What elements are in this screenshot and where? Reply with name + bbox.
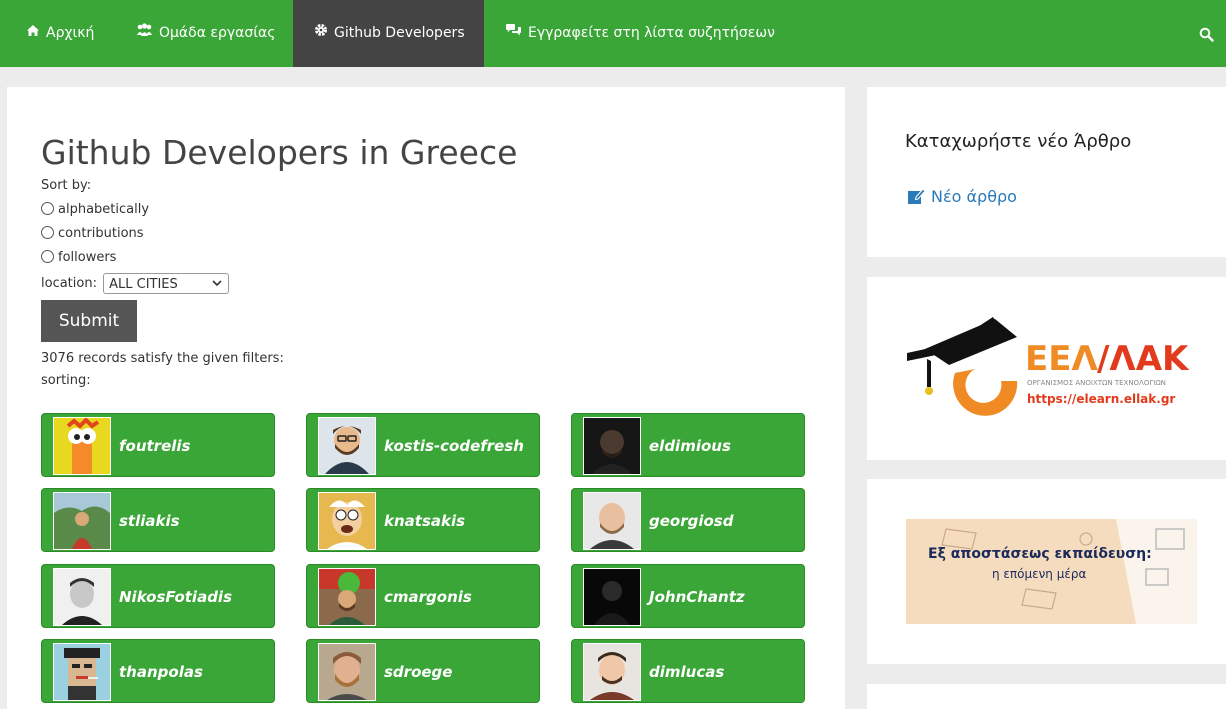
svg-text:/ΛΑΚ: /ΛΑΚ [1097, 339, 1190, 379]
developer-card[interactable]: sdroege [306, 639, 540, 703]
banner-widget: Εξ αποστάσεως εκπαίδευση: η επόμενη μέρα [867, 479, 1226, 664]
gear-icon [314, 0, 328, 67]
edit-icon [908, 188, 926, 204]
nav-github-developers-label: Github Developers [334, 25, 465, 41]
page-title: Github Developers in Greece [41, 133, 518, 172]
developer-username: foutrelis [119, 437, 191, 455]
sort-option-label: contributions [58, 226, 144, 241]
submit-button[interactable]: Submit [41, 300, 137, 342]
sort-option-contributions[interactable]: contributions [41, 226, 144, 241]
top-nav: Αρχική Ομάδα εργασίας Github Developers … [0, 0, 1226, 67]
developer-card[interactable]: knatsakis [306, 488, 540, 552]
new-article-label: Νέο άρθρο [931, 187, 1017, 206]
elearning-banner[interactable]: Εξ αποστάσεως εκπαίδευση: η επόμενη μέρα [906, 519, 1197, 624]
comments-icon [505, 0, 522, 67]
developer-card[interactable]: foutrelis [41, 413, 275, 477]
nav-mailing-list[interactable]: Εγγραφείτε στη λίστα συζητήσεων [505, 0, 775, 67]
developer-username: dimlucas [649, 663, 725, 681]
developer-username: stliakis [119, 512, 180, 530]
nav-home[interactable]: Αρχική [26, 0, 94, 67]
home-icon [26, 0, 40, 67]
radio-button[interactable] [41, 250, 54, 263]
developer-username: kostis-codefresh [384, 437, 524, 455]
widget-title: Καταχωρήστε νέο Άρθρο [905, 131, 1132, 152]
radio-button[interactable] [41, 226, 54, 239]
avatar [53, 492, 111, 550]
sort-option-alphabetically[interactable]: alphabetically [41, 202, 149, 217]
avatar [583, 568, 641, 626]
sort-by-label: Sort by: [41, 178, 92, 193]
avatar [53, 568, 111, 626]
location-select[interactable]: ALL CITIES [103, 273, 230, 295]
nav-team[interactable]: Ομάδα εργασίας [136, 0, 275, 67]
developer-username: eldimious [649, 437, 731, 455]
avatar [53, 643, 111, 701]
records-count: 3076 records satisfy the given filters: [41, 351, 284, 366]
sidebar-widget [867, 684, 1226, 709]
developer-username: cmargonis [384, 588, 472, 606]
avatar [583, 492, 641, 550]
location-row: location: ALL CITIES [41, 273, 230, 295]
developer-username: JohnChantz [649, 588, 745, 606]
avatar [318, 492, 376, 550]
developer-card[interactable]: georgiosd [571, 488, 805, 552]
sort-option-label: alphabetically [58, 202, 150, 217]
avatar [318, 643, 376, 701]
developer-card[interactable]: thanpolas [41, 639, 275, 703]
avatar [318, 417, 376, 475]
avatar [53, 417, 111, 475]
banner-line1: Εξ αποστάσεως εκπαίδευση: [928, 546, 1152, 562]
banner-line2: η επόμενη μέρα [992, 567, 1087, 581]
developer-card[interactable]: NikosFotiadis [41, 564, 275, 628]
radio-button[interactable] [41, 202, 54, 215]
location-select-value: ALL CITIES [109, 277, 178, 292]
developer-card[interactable]: cmargonis [306, 564, 540, 628]
nav-team-label: Ομάδα εργασίας [159, 25, 276, 41]
avatar [583, 643, 641, 701]
avatar [318, 568, 376, 626]
new-article-widget: Καταχωρήστε νέο Άρθρο Νέο άρθρο [867, 87, 1226, 257]
developer-card[interactable]: JohnChantz [571, 564, 805, 628]
developer-card[interactable]: stliakis [41, 488, 275, 552]
developer-card[interactable]: dimlucas [571, 639, 805, 703]
nav-home-label: Αρχική [46, 25, 95, 41]
developer-username: knatsakis [384, 512, 466, 530]
developer-username: thanpolas [119, 663, 203, 681]
chevron-down-icon [212, 274, 222, 295]
developer-username: NikosFotiadis [119, 588, 232, 606]
nav-mailing-list-label: Εγγραφείτε στη λίστα συζητήσεων [528, 25, 775, 41]
sort-option-followers[interactable]: followers [41, 250, 116, 265]
avatar [583, 417, 641, 475]
developer-card[interactable]: eldimious [571, 413, 805, 477]
eellak-logo[interactable]: ΕΕΛ /ΛΑΚ ΟΡΓΑΝΙΣΜΟΣ ΑΝΟΙΧΤΩΝ ΤΕΧΝΟΛΟΓΙΩΝ… [905, 315, 1190, 425]
svg-text:https://elearn.ellak.gr: https://elearn.ellak.gr [1027, 392, 1175, 406]
developer-username: sdroege [384, 663, 453, 681]
sort-option-label: followers [58, 250, 117, 265]
svg-text:ΟΡΓΑΝΙΣΜΟΣ ΑΝΟΙΧΤΩΝ ΤΕΧΝΟΛΟΓΙΩ: ΟΡΓΑΝΙΣΜΟΣ ΑΝΟΙΧΤΩΝ ΤΕΧΝΟΛΟΓΙΩΝ [1027, 379, 1166, 387]
nav-github-developers[interactable]: Github Developers [293, 0, 484, 67]
eellak-widget: ΕΕΛ /ΛΑΚ ΟΡΓΑΝΙΣΜΟΣ ΑΝΟΙΧΤΩΝ ΤΕΧΝΟΛΟΓΙΩΝ… [867, 277, 1226, 460]
team-icon [136, 0, 153, 67]
developer-username: georgiosd [649, 512, 734, 530]
main-content: Github Developers in Greece Sort by: alp… [7, 87, 845, 709]
developer-card[interactable]: kostis-codefresh [306, 413, 540, 477]
search-icon[interactable] [1199, 0, 1214, 67]
new-article-link[interactable]: Νέο άρθρο [907, 187, 1017, 206]
location-label: location: [41, 276, 97, 291]
svg-text:ΕΕΛ: ΕΕΛ [1025, 339, 1098, 379]
sorting-label: sorting: [41, 373, 91, 388]
